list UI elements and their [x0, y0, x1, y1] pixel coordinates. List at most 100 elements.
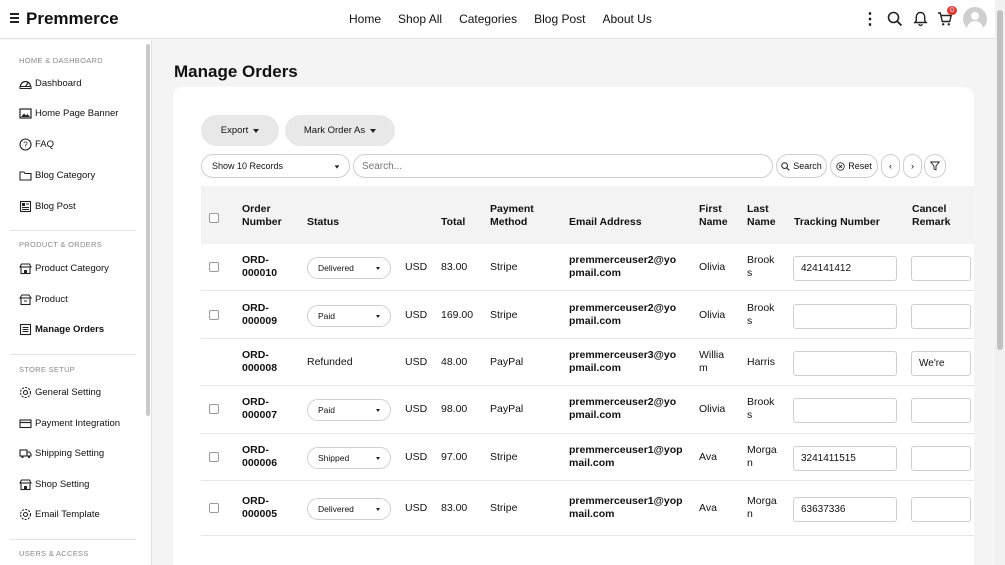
- records-select[interactable]: Show 10 Records: [201, 154, 350, 178]
- table-row: ORD- 000006 Shipped USD 97.00 Stripe premmerce…: [201, 434, 974, 481]
- sidebar-item-blog-post[interactable]: Blog Post: [19, 198, 76, 214]
- col-email[interactable]: Email Address: [569, 216, 642, 229]
- status-select[interactable]: Delivered: [307, 257, 391, 279]
- status-select[interactable]: Paid: [307, 399, 391, 421]
- col-payment-method[interactable]: Payment Method: [490, 203, 534, 229]
- col-tracking-number[interactable]: Tracking Number: [794, 216, 880, 229]
- search-icon[interactable]: [883, 6, 907, 32]
- row-checkbox[interactable]: [209, 452, 219, 462]
- row-checkbox[interactable]: [209, 503, 219, 513]
- tracking-number-input[interactable]: [793, 351, 897, 376]
- reset-button[interactable]: Reset: [830, 154, 878, 178]
- col-cancel-remark[interactable]: Cancel Remark: [912, 203, 951, 229]
- sidebar-item-payment-integration[interactable]: Payment Integration: [19, 415, 120, 431]
- cancel-remark-input[interactable]: [911, 304, 971, 329]
- bell-icon[interactable]: [908, 6, 932, 32]
- sidebar-divider: [10, 354, 136, 355]
- avatar[interactable]: [963, 7, 987, 31]
- cart-icon[interactable]: 0: [933, 6, 957, 32]
- status-select[interactable]: Shipped: [307, 447, 391, 469]
- dashboard-icon: [19, 77, 32, 90]
- first-name: Ava: [699, 502, 717, 514]
- order-number[interactable]: ORD- 000009: [242, 302, 277, 328]
- tracking-number-input[interactable]: 424141412: [793, 256, 897, 281]
- cancel-remark-input[interactable]: We're: [911, 351, 971, 376]
- table-row: ORD- 000010 Delivered USD 83.00 Stripe premmer…: [201, 244, 974, 291]
- sidebar-item-dashboard[interactable]: Dashboard: [19, 75, 81, 91]
- sidebar-item-label: Blog Post: [35, 200, 76, 212]
- order-number[interactable]: ORD- 000010: [242, 254, 277, 280]
- sidebar-item-product[interactable]: Product: [18, 291, 68, 307]
- tracking-number-input[interactable]: [793, 304, 897, 329]
- search-button-label: Search: [793, 161, 822, 171]
- chevron-right-icon: ›: [911, 161, 914, 171]
- brand-logo[interactable]: Premmerce: [26, 9, 119, 29]
- nav-categories[interactable]: Categories: [459, 12, 517, 26]
- search-button[interactable]: Search: [776, 154, 827, 178]
- tracking-number-input[interactable]: 3241411515: [793, 446, 897, 471]
- export-button[interactable]: Export: [201, 115, 279, 146]
- page-title: Manage Orders: [174, 62, 298, 81]
- cancel-remark-input[interactable]: [911, 497, 971, 522]
- order-number[interactable]: ORD- 000008: [242, 349, 277, 375]
- mark-order-as-button[interactable]: Mark Order As: [285, 115, 395, 146]
- first-name: Olivia: [699, 261, 726, 273]
- sidebar-item-email-template[interactable]: Email Template: [19, 506, 100, 522]
- cancel-remark-input[interactable]: [911, 398, 971, 423]
- col-order-number[interactable]: Order Number: [242, 203, 282, 229]
- sidebar-item-label: General Setting: [35, 386, 102, 398]
- currency: USD: [405, 502, 428, 514]
- sidebar-item-label: Blog Category: [35, 169, 96, 181]
- sidebar-item-shop-setting[interactable]: Shop Setting: [19, 476, 89, 492]
- row-checkbox[interactable]: [209, 404, 219, 414]
- col-last-name[interactable]: Last Name: [747, 203, 776, 229]
- currency: USD: [405, 403, 428, 415]
- sidebar-item-blog-category[interactable]: Blog Category: [19, 167, 95, 183]
- row-checkbox[interactable]: [209, 262, 219, 272]
- nav-blog-post[interactable]: Blog Post: [534, 12, 585, 26]
- order-number[interactable]: ORD- 000007: [242, 396, 277, 422]
- tracking-number-input[interactable]: 63637336: [793, 497, 897, 522]
- sidebar-item-home-page-banner[interactable]: Home Page Banner: [19, 105, 118, 121]
- nav-home[interactable]: Home: [349, 12, 381, 26]
- status-select[interactable]: Delivered: [307, 498, 391, 520]
- sidebar-scrollbar[interactable]: [146, 44, 150, 416]
- table-header: Order Number Status Total Payment Method E…: [201, 186, 974, 244]
- select-all-checkbox[interactable]: [209, 213, 219, 223]
- sidebar-item-faq[interactable]: ? FAQ: [19, 136, 54, 152]
- caret-down-icon: [376, 267, 380, 270]
- nav-shop-all[interactable]: Shop All: [398, 12, 442, 26]
- sidebar-item-shipping-setting[interactable]: Shipping Setting: [19, 445, 104, 461]
- search-input[interactable]: [353, 154, 773, 178]
- row-checkbox[interactable]: [209, 310, 219, 320]
- page-scrollbar-thumb[interactable]: [997, 10, 1003, 350]
- hamburger-menu-icon[interactable]: [10, 13, 19, 23]
- truck-icon: [19, 447, 32, 460]
- col-first-name[interactable]: First Name: [699, 203, 728, 229]
- cancel-remark-input[interactable]: [911, 446, 971, 471]
- chevron-left-icon: ‹: [889, 161, 892, 171]
- col-total[interactable]: Total: [441, 216, 465, 229]
- sidebar-item-product-category[interactable]: Product Category: [19, 260, 109, 276]
- email-address: premmerceuser2@yo pmail.com: [569, 396, 677, 421]
- cancel-remark-input[interactable]: [911, 256, 971, 281]
- order-number[interactable]: ORD- 000005: [242, 495, 277, 521]
- sidebar-item-general-setting[interactable]: General Setting: [19, 384, 101, 400]
- status-select[interactable]: Paid: [307, 305, 391, 327]
- col-status[interactable]: Status: [307, 216, 339, 229]
- filter-button[interactable]: [924, 154, 946, 178]
- last-name: Brook s: [747, 396, 775, 421]
- newspaper-icon: [19, 200, 32, 213]
- sidebar-item-manage-orders[interactable]: Manage Orders: [19, 321, 104, 337]
- cancel-remark-value: We're: [919, 358, 945, 369]
- table-row: ORD- 000007 Paid USD 98.00 PayPal premmerceuse…: [201, 386, 974, 434]
- order-number[interactable]: ORD- 000006: [242, 444, 277, 470]
- prev-page-button[interactable]: ‹: [881, 154, 900, 178]
- nav-about-us[interactable]: About Us: [602, 12, 651, 26]
- page-scrollbar[interactable]: [995, 0, 1005, 565]
- payment-method: Stripe: [490, 502, 518, 514]
- more-vertical-icon[interactable]: ⋮: [858, 6, 882, 32]
- next-page-button[interactable]: ›: [903, 154, 922, 178]
- tracking-number-input[interactable]: [793, 398, 897, 423]
- table-row-partial: [201, 539, 974, 565]
